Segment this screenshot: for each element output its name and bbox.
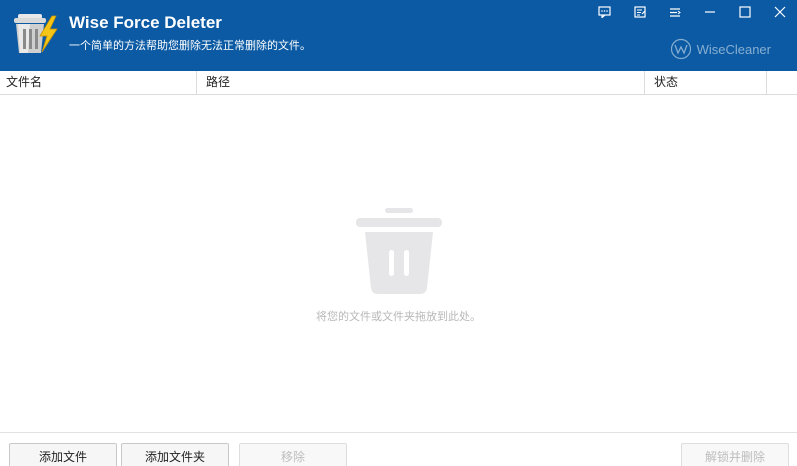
window-controls: [587, 0, 797, 24]
column-header-filename[interactable]: 文件名: [0, 71, 197, 95]
add-file-button[interactable]: 添加文件: [9, 443, 117, 466]
trash-bolt-logo-icon: [14, 14, 58, 53]
drop-hint-text: 将您的文件或文件夹拖放到此处。: [316, 310, 481, 323]
column-header-status[interactable]: 状态: [645, 71, 767, 95]
remove-button[interactable]: 移除: [239, 443, 347, 466]
trash-can-icon: [356, 208, 442, 294]
unlock-and-delete-button[interactable]: 解锁并删除: [681, 443, 789, 466]
brand-logo[interactable]: WiseCleaner: [670, 38, 771, 60]
menu-icon[interactable]: [657, 0, 692, 24]
minimize-icon[interactable]: [692, 0, 727, 24]
column-header-path[interactable]: 路径: [197, 71, 645, 95]
add-folder-button[interactable]: 添加文件夹: [121, 443, 229, 466]
file-list-header: 文件名 路径 状态: [0, 71, 797, 95]
close-icon[interactable]: [762, 0, 797, 24]
maximize-icon[interactable]: [727, 0, 762, 24]
app-title: Wise Force Deleter: [69, 13, 222, 32]
bottom-toolbar: [0, 432, 797, 466]
feedback-icon[interactable]: [587, 0, 622, 24]
notes-icon[interactable]: [622, 0, 657, 24]
brand-text: WiseCleaner: [696, 41, 771, 57]
title-bar: Wise Force Deleter 一个简单的方法帮助您删除无法正常删除的文件…: [0, 0, 797, 71]
wisecleaner-logo-icon: [670, 38, 691, 60]
app-subtitle: 一个简单的方法帮助您删除无法正常删除的文件。: [69, 39, 311, 52]
